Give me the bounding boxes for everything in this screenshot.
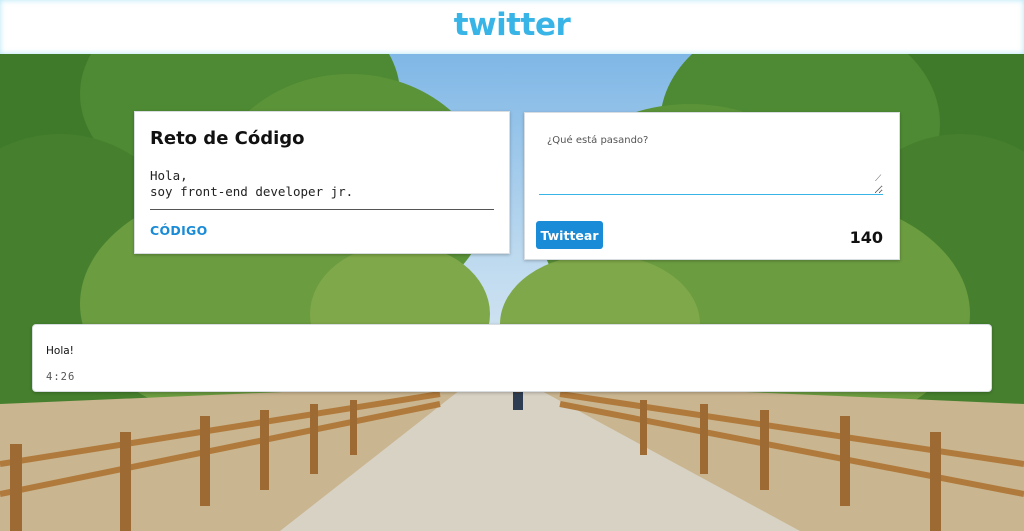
tweet-text: Hola! [46, 345, 74, 357]
twitter-logo[interactable]: twitter [454, 7, 571, 43]
tweet-item: Hola! 4:26 [32, 324, 992, 392]
tweet-timestamp: 4:26 [46, 371, 76, 383]
tweet-input[interactable] [539, 125, 883, 195]
profile-card: Reto de Código Hola, soy front-end devel… [134, 111, 510, 254]
divider [150, 209, 494, 210]
tweet-button[interactable]: Twittear [536, 221, 603, 249]
code-link[interactable]: CÓDIGO [150, 223, 208, 238]
compose-card: ⟋ Twittear 140 [524, 112, 900, 260]
character-counter: 140 [849, 228, 883, 247]
profile-title: Reto de Código [150, 128, 305, 149]
profile-bio: Hola, soy front-end developer jr. [150, 168, 354, 199]
app-header: twitter [0, 0, 1024, 54]
